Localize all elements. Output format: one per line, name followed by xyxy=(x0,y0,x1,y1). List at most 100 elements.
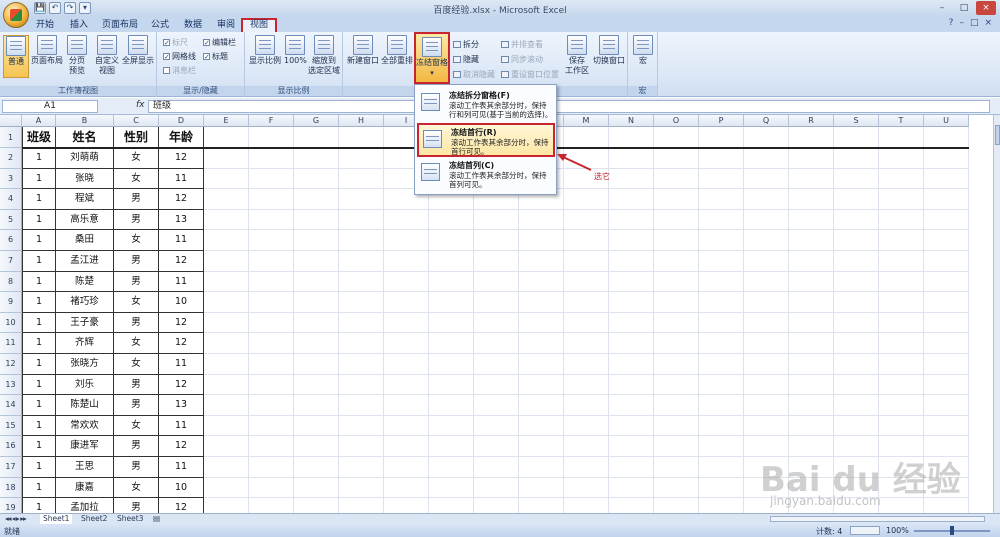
row-header[interactable]: 18 xyxy=(0,477,22,499)
table-cell[interactable]: 陈楚 xyxy=(56,271,114,293)
gridlines-checkbox[interactable]: ✓ 网格线 xyxy=(163,51,196,62)
table-cell[interactable]: 1 xyxy=(22,168,56,190)
table-cell[interactable]: 1 xyxy=(22,312,56,334)
arrange-all-button[interactable]: 全部重排 xyxy=(380,35,414,66)
freeze-first-column-option[interactable]: 冻结首列(C) 滚动工作表其余部分时，保持首列可见。 xyxy=(417,158,555,192)
row-header[interactable]: 4 xyxy=(0,189,22,210)
table-cell[interactable]: 女 xyxy=(114,168,159,190)
table-cell[interactable]: 11 xyxy=(159,168,204,190)
table-cell[interactable]: 王子豪 xyxy=(56,312,114,334)
table-cell[interactable]: 13 xyxy=(159,209,204,231)
column-header[interactable]: M xyxy=(564,115,609,127)
doc-close-button[interactable]: × xyxy=(984,18,992,28)
row-header[interactable]: 7 xyxy=(0,251,22,272)
table-cell[interactable]: 男 xyxy=(114,395,159,416)
sheet-tab-sheet3[interactable]: Sheet3 xyxy=(114,514,146,524)
tab-insert[interactable]: 插入 xyxy=(64,18,94,32)
full-screen-button[interactable]: 全屏显示 xyxy=(121,35,155,66)
table-cell[interactable]: 男 xyxy=(114,271,159,293)
table-cell[interactable]: 王思 xyxy=(56,457,114,478)
row-header[interactable]: 19 xyxy=(0,498,22,513)
table-cell[interactable]: 11 xyxy=(159,230,204,251)
formula-input[interactable]: 班级 xyxy=(148,100,990,113)
sheet-tab-sheet1[interactable]: Sheet1 xyxy=(40,514,73,524)
formula-bar-checkbox[interactable]: ✓ 编辑栏 xyxy=(203,37,236,48)
table-cell[interactable]: 1 xyxy=(22,251,56,272)
row-header[interactable]: 16 xyxy=(0,436,22,457)
row-header[interactable]: 6 xyxy=(0,230,22,251)
tab-data[interactable]: 数据 xyxy=(178,18,208,32)
vertical-scrollbar[interactable] xyxy=(993,115,1000,513)
table-cell[interactable]: 高乐意 xyxy=(56,209,114,231)
insert-sheet-icon[interactable]: ▤ xyxy=(150,514,163,524)
normal-view-button[interactable]: 普通 xyxy=(3,35,29,78)
custom-views-button[interactable]: 自定义 视图 xyxy=(93,35,121,76)
view-mode-buttons[interactable] xyxy=(850,526,880,535)
ruler-checkbox[interactable]: ✓ 标尺 xyxy=(163,37,188,48)
row-header[interactable]: 9 xyxy=(0,292,22,313)
row-header[interactable]: 15 xyxy=(0,415,22,437)
horizontal-scrollbar[interactable] xyxy=(770,516,985,522)
table-cell[interactable]: 12 xyxy=(159,148,204,169)
doc-minimize-button[interactable]: – xyxy=(959,18,964,28)
table-cell[interactable]: 桑田 xyxy=(56,230,114,251)
row-header[interactable]: 5 xyxy=(0,209,22,231)
save-workspace-button[interactable]: 保存 工作区 xyxy=(563,35,591,76)
column-header[interactable]: D xyxy=(159,115,204,127)
reset-window-position-button[interactable]: 重设窗口位置 xyxy=(501,69,559,80)
split-button[interactable]: 拆分 xyxy=(453,39,479,50)
unhide-button[interactable]: 取消隐藏 xyxy=(453,69,495,80)
row-header[interactable]: 8 xyxy=(0,271,22,293)
table-cell[interactable]: 1 xyxy=(22,457,56,478)
row-header[interactable]: 12 xyxy=(0,354,22,375)
page-break-preview-button[interactable]: 分页 预览 xyxy=(64,35,90,76)
column-header[interactable]: P xyxy=(699,115,744,127)
row-header[interactable]: 13 xyxy=(0,374,22,396)
table-cell[interactable]: 男 xyxy=(114,436,159,457)
freeze-top-row-option[interactable]: 冻结首行(R) 滚动工作表其余部分时，保持首行可见。 xyxy=(417,123,555,157)
help-icon[interactable]: ? xyxy=(949,18,954,28)
zoom-to-selection-button[interactable]: 缩放到 选定区域 xyxy=(306,35,342,76)
column-header[interactable]: R xyxy=(789,115,834,127)
table-cell[interactable]: 刘乐 xyxy=(56,374,114,396)
table-cell[interactable]: 男 xyxy=(114,251,159,272)
zoom-button[interactable]: 显示比例 xyxy=(247,35,283,66)
table-cell[interactable]: 12 xyxy=(159,312,204,334)
table-header-cell[interactable]: 姓名 xyxy=(56,127,114,148)
table-cell[interactable]: 10 xyxy=(159,477,204,499)
table-cell[interactable]: 女 xyxy=(114,148,159,169)
table-header-cell[interactable]: 班级 xyxy=(22,127,56,148)
table-header-cell[interactable]: 性别 xyxy=(114,127,159,148)
synchronous-scrolling-button[interactable]: 同步滚动 xyxy=(501,54,543,65)
column-header[interactable]: A xyxy=(22,115,56,127)
table-cell[interactable]: 女 xyxy=(114,354,159,375)
table-cell[interactable]: 12 xyxy=(159,436,204,457)
table-cell[interactable]: 男 xyxy=(114,209,159,231)
table-header-cell[interactable]: 年龄 xyxy=(159,127,204,148)
view-side-by-side-button[interactable]: 并排查看 xyxy=(501,39,543,50)
table-cell[interactable]: 女 xyxy=(114,477,159,499)
table-cell[interactable]: 12 xyxy=(159,498,204,513)
scroll-thumb[interactable] xyxy=(995,125,1000,145)
hide-button[interactable]: 隐藏 xyxy=(453,54,479,65)
table-cell[interactable]: 男 xyxy=(114,312,159,334)
table-cell[interactable]: 女 xyxy=(114,415,159,437)
row-header[interactable]: 1 xyxy=(0,127,22,148)
tab-review[interactable]: 审阅 xyxy=(212,18,240,32)
table-cell[interactable]: 男 xyxy=(114,189,159,210)
new-window-button[interactable]: 新建窗口 xyxy=(346,35,380,66)
table-cell[interactable]: 1 xyxy=(22,333,56,354)
table-cell[interactable]: 张晓 xyxy=(56,168,114,190)
table-cell[interactable]: 陈楚山 xyxy=(56,395,114,416)
column-header[interactable]: Q xyxy=(744,115,789,127)
macros-button[interactable]: 宏 xyxy=(632,35,654,66)
column-header[interactable]: B xyxy=(56,115,114,127)
table-cell[interactable]: 1 xyxy=(22,354,56,375)
column-header[interactable]: E xyxy=(204,115,249,127)
row-header[interactable]: 3 xyxy=(0,168,22,190)
row-header[interactable]: 2 xyxy=(0,148,22,169)
table-cell[interactable]: 1 xyxy=(22,271,56,293)
message-bar-checkbox[interactable]: 消息栏 xyxy=(163,65,196,76)
row-header[interactable]: 10 xyxy=(0,312,22,334)
tab-formulas[interactable]: 公式 xyxy=(146,18,174,32)
